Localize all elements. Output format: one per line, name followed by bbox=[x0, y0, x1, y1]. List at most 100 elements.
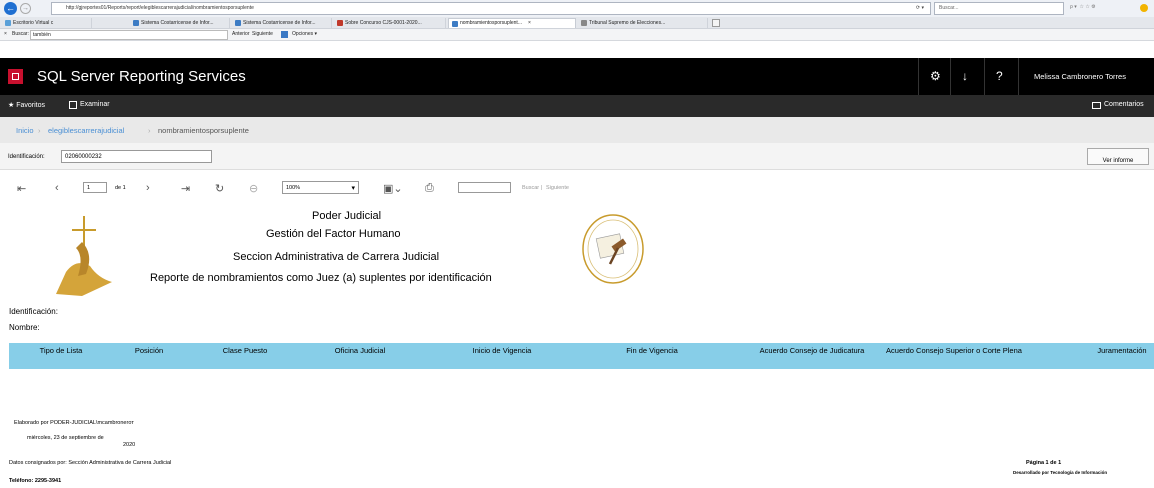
field-nombre: Nombre: bbox=[9, 323, 40, 332]
footer-datos: Datos consignados por: Sección Administr… bbox=[9, 460, 172, 466]
tab-label: Escritorio Virtual c bbox=[13, 19, 54, 26]
tab-favicon-icon bbox=[581, 20, 587, 26]
find-label: Buscar: bbox=[12, 31, 29, 37]
column-header: Inicio de Vigencia bbox=[472, 346, 532, 355]
tab-concurso[interactable]: Sobre Concurso CJS-0001-2020... bbox=[334, 18, 446, 28]
browse-icon bbox=[69, 101, 77, 109]
ssrs-nav-bar: ★ Favoritos Examinar Comentarios bbox=[0, 95, 1154, 117]
page-number-input[interactable]: 1 bbox=[83, 182, 107, 193]
column-header: Posición bbox=[134, 346, 164, 355]
previous-page-icon[interactable]: ‹ bbox=[55, 182, 59, 194]
tab-tribunal[interactable]: Tribunal Supremo de Elecciones... bbox=[578, 18, 708, 28]
user-name[interactable]: Melissa Cambronero Torres bbox=[1034, 72, 1126, 81]
tab-nombramientos[interactable]: nombramientosporsuplent... × bbox=[448, 18, 576, 28]
column-header: Fin de Vigencia bbox=[626, 346, 678, 355]
footer-fecha-1: miércoles, 23 de septiembre de bbox=[27, 435, 104, 441]
find-input[interactable]: también bbox=[30, 30, 228, 40]
export-icon[interactable]: ▣⌄ bbox=[383, 182, 403, 195]
settings-icon[interactable]: ⚙ bbox=[930, 69, 941, 83]
page-count: de 1 bbox=[115, 185, 126, 191]
header-divider bbox=[1018, 58, 1019, 95]
ssrs-logo-icon[interactable] bbox=[8, 69, 23, 84]
back-button[interactable]: ← bbox=[4, 2, 17, 15]
browse-link[interactable]: Examinar bbox=[80, 101, 110, 108]
new-tab-button[interactable] bbox=[712, 19, 720, 27]
next-page-icon[interactable]: › bbox=[146, 182, 150, 194]
breadcrumb-separator: › bbox=[148, 126, 151, 135]
help-icon[interactable]: ? bbox=[996, 69, 1003, 83]
column-header: Acuerdo Consejo de Judicatura bbox=[759, 346, 865, 355]
footer-elaborado: Elaborado por PODER-JUDICIAL\mcambronero… bbox=[14, 420, 134, 426]
ssrs-header: SQL Server Reporting Services ⚙ ↓ ? Meli… bbox=[0, 58, 1154, 95]
comments-link[interactable]: Comentarios bbox=[1104, 101, 1144, 108]
page-number-value: 1 bbox=[87, 185, 91, 191]
report-title-2: Gestión del Factor Humano bbox=[266, 228, 401, 240]
find-separator: | bbox=[541, 185, 543, 191]
tab-favicon-icon bbox=[133, 20, 139, 26]
browser-search-input[interactable]: Buscar... bbox=[934, 2, 1064, 15]
breadcrumb-separator: › bbox=[38, 126, 41, 135]
browser-toolbar: ← → http://gjreportes01/Reports/report/e… bbox=[0, 0, 1154, 17]
first-page-icon[interactable]: ⇤ bbox=[17, 182, 26, 195]
tab-label: nombramientosporsuplent... bbox=[460, 20, 522, 26]
header-divider bbox=[918, 58, 919, 95]
poder-judicial-logo bbox=[52, 212, 116, 298]
search-placeholder: Buscar... bbox=[939, 5, 959, 11]
find-close-icon[interactable]: × bbox=[4, 32, 7, 37]
tab-label: Sobre Concurso CJS-0001-2020... bbox=[345, 19, 422, 26]
tab-bar: Escritorio Virtual c Sistema Costarricen… bbox=[0, 17, 1154, 29]
tab-favicon-icon bbox=[235, 20, 241, 26]
forward-button[interactable]: → bbox=[20, 3, 31, 14]
refresh-report-icon[interactable]: ↻ bbox=[215, 182, 224, 195]
address-bar[interactable]: http://gjreportes01/Reports/report/elegi… bbox=[51, 2, 931, 15]
column-header: Clase Puesto bbox=[222, 346, 268, 355]
identification-value: 02060000232 bbox=[65, 154, 102, 160]
param-label: Identificación: bbox=[8, 154, 45, 160]
find-prev-button[interactable]: Anterior bbox=[232, 32, 250, 37]
toolbar-icons: ρ ▾ ☆ ☆ ⚙ bbox=[1070, 4, 1096, 10]
field-identificacion: Identificación: bbox=[9, 307, 58, 316]
column-header: Oficina Judicial bbox=[334, 346, 386, 355]
last-page-icon[interactable]: ⇥ bbox=[181, 182, 190, 195]
breadcrumb-home[interactable]: Inicio bbox=[16, 126, 34, 135]
refresh-icon[interactable]: ⟳ ▾ bbox=[916, 6, 924, 11]
favorites-link[interactable]: ★ Favoritos bbox=[8, 101, 45, 109]
back-to-parent-icon[interactable]: ⊖ bbox=[249, 182, 258, 195]
view-report-button[interactable]: Ver informe bbox=[1087, 148, 1149, 165]
highlight-icon[interactable] bbox=[281, 31, 288, 38]
breadcrumb-folder[interactable]: elegiblescarrerajudicial bbox=[48, 126, 124, 135]
find-options-button[interactable]: Opciones ▾ bbox=[292, 32, 317, 37]
find-text-input[interactable] bbox=[458, 182, 511, 193]
download-icon[interactable]: ↓ bbox=[962, 69, 968, 83]
tab-close-icon[interactable]: × bbox=[528, 21, 531, 26]
footer-telefono: Teléfono: 2295-3941 bbox=[9, 478, 62, 484]
find-next-text-button[interactable]: Siguiente bbox=[546, 185, 569, 191]
breadcrumb: Inicio › elegiblescarrerajudicial › nomb… bbox=[0, 117, 1154, 143]
smiley-icon[interactable] bbox=[1140, 4, 1148, 12]
identification-input[interactable]: 02060000232 bbox=[61, 150, 212, 163]
report-title-1: Poder Judicial bbox=[312, 210, 382, 222]
comments-icon bbox=[1092, 102, 1101, 109]
view-report-label: Ver informe bbox=[1102, 158, 1134, 164]
print-icon[interactable]: ⎙ bbox=[425, 182, 434, 195]
find-next-button[interactable]: Siguiente bbox=[252, 32, 273, 37]
carrera-judicial-seal bbox=[580, 212, 646, 286]
tab-sistema-2[interactable]: Sistema Costarricense de Infor... bbox=[232, 18, 332, 28]
header-divider bbox=[984, 58, 985, 95]
tab-favicon-icon bbox=[337, 20, 343, 26]
find-bar: × Buscar: también Anterior Siguiente Opc… bbox=[0, 29, 1154, 41]
footer-fecha-2: 2020 bbox=[123, 442, 136, 448]
report-table-header: Tipo de Lista Posición Clase Puesto Ofic… bbox=[9, 343, 1154, 369]
zoom-select[interactable]: 100% ▾ bbox=[282, 181, 359, 194]
find-input-value: también bbox=[33, 32, 51, 38]
header-divider bbox=[950, 58, 951, 95]
tab-escritorio[interactable]: Escritorio Virtual c bbox=[2, 18, 92, 28]
tab-sistema-1[interactable]: Sistema Costarricense de Infor... bbox=[130, 18, 230, 28]
find-text-button[interactable]: Buscar bbox=[522, 185, 539, 191]
column-header: Juramentación bbox=[1097, 346, 1147, 355]
report-toolbar: ⇤ ‹ 1 de 1 › ⇥ ↻ ⊖ 100% ▾ ▣⌄ ⎙ Buscar | … bbox=[0, 172, 1154, 204]
report-title-4: Reporte de nombramientos como Juez (a) s… bbox=[150, 272, 492, 284]
app-title[interactable]: SQL Server Reporting Services bbox=[37, 68, 246, 85]
parameter-bar: Identificación: 02060000232 Ver informe bbox=[0, 143, 1154, 170]
column-header: Tipo de Lista bbox=[39, 346, 83, 355]
